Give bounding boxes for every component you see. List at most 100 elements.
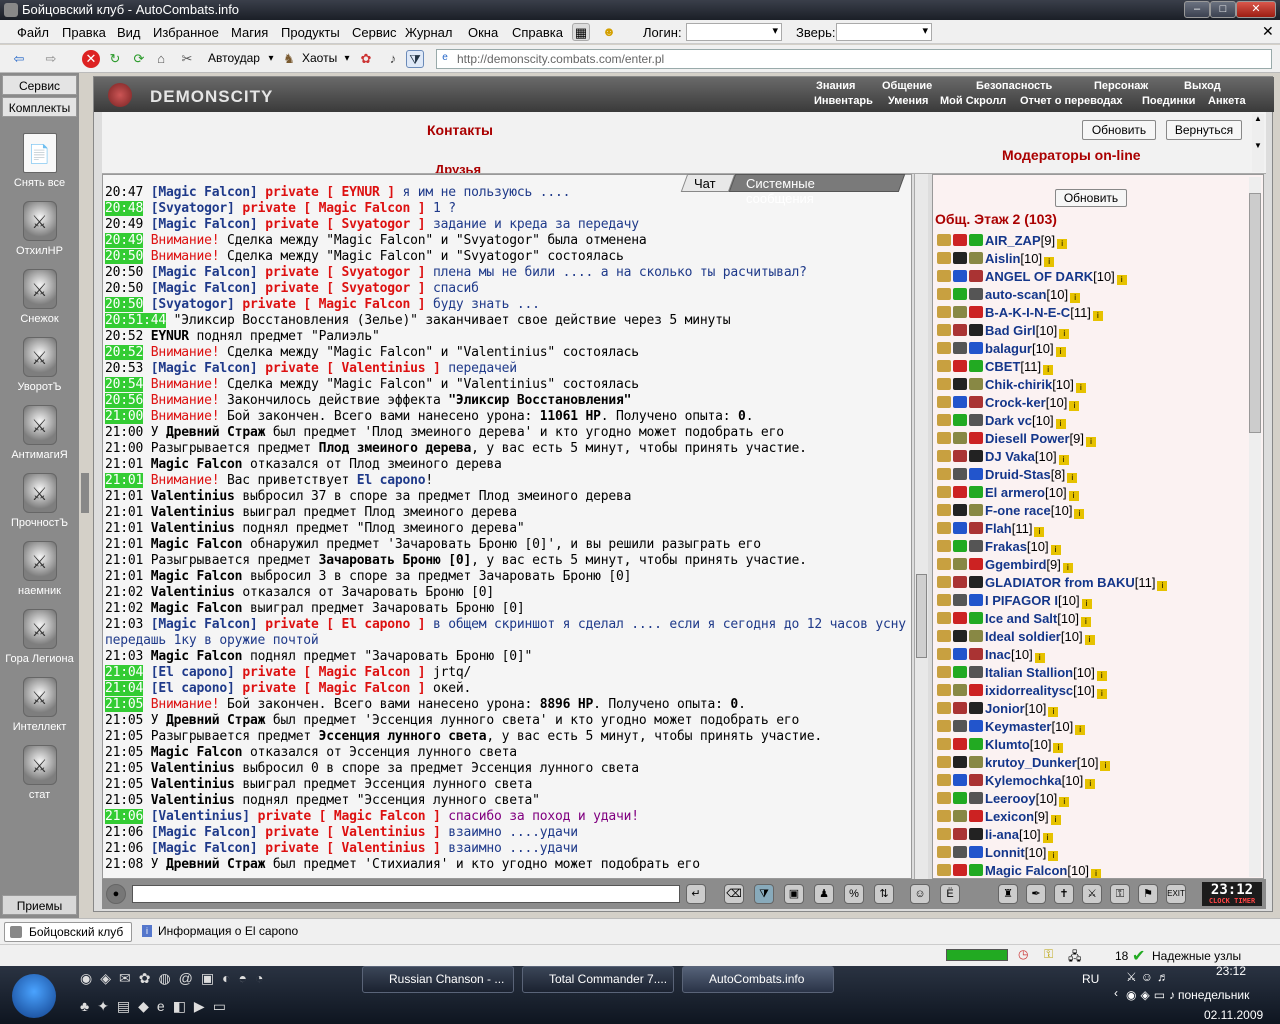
private-arrow-icon[interactable] xyxy=(937,270,951,282)
private-arrow-icon[interactable] xyxy=(937,738,951,750)
private-arrow-icon[interactable] xyxy=(937,234,951,246)
private-tag[interactable]: private [ EYNUR ] xyxy=(258,185,395,200)
translit-icon[interactable]: Ё xyxy=(940,884,960,904)
user-nick[interactable]: ixidorrealitysc xyxy=(985,683,1073,698)
user-nick[interactable]: Lexicon xyxy=(985,809,1034,824)
user-info-icon[interactable]: i xyxy=(1084,635,1095,645)
user-nick[interactable]: Crock-ker xyxy=(985,395,1046,410)
private-tag[interactable]: private [ Magic Falcon ] xyxy=(235,297,425,312)
user-info-icon[interactable]: i xyxy=(1080,617,1091,627)
chat-time[interactable]: 20:52 xyxy=(105,329,143,344)
private-arrow-icon[interactable] xyxy=(937,648,951,660)
online-user[interactable]: DJ Vaka[10] i xyxy=(937,449,1069,465)
private-arrow-icon[interactable] xyxy=(937,540,951,552)
user-info-icon[interactable]: i xyxy=(1048,851,1059,861)
user-info-icon[interactable]: i xyxy=(1034,653,1045,663)
tray-icons-2[interactable]: ◉◈▭♪ xyxy=(1126,988,1179,1002)
nav-security[interactable]: Безопасность xyxy=(976,80,1052,92)
kit-item[interactable]: ⚔ Снежок xyxy=(0,269,79,325)
chat-time[interactable]: 20:52 xyxy=(105,345,143,360)
chat-time[interactable]: 21:00 xyxy=(105,409,143,424)
chat-nick[interactable]: [El capono] xyxy=(151,681,235,696)
nav-anketa[interactable]: Анкета xyxy=(1208,95,1246,107)
user-info-icon[interactable]: i xyxy=(1075,383,1086,393)
chat-nick[interactable]: [Magic Falcon] xyxy=(151,217,258,232)
language-indicator[interactable]: RU xyxy=(1082,972,1099,986)
nav-my-scroll[interactable]: Мой Скролл xyxy=(940,95,1006,107)
online-user[interactable]: Klumto[10] i xyxy=(937,737,1064,753)
chat-time[interactable]: 21:00 xyxy=(105,441,143,456)
chat-nick[interactable]: [Magic Falcon] xyxy=(151,265,258,280)
quick-launch-icons-2[interactable]: ♣✦▤◆e◧▶▭ xyxy=(80,998,260,1018)
filter-chat-icon[interactable]: ⧩ xyxy=(754,884,774,904)
kit-remove-all[interactable]: 📄 Снять все xyxy=(0,133,79,189)
menu-windows[interactable]: Окна xyxy=(468,25,498,40)
chat-time[interactable]: 20:50 xyxy=(105,265,143,280)
chat-time[interactable]: 21:01 xyxy=(105,457,143,472)
chat-time[interactable]: 21:03 xyxy=(105,649,143,664)
user-nick[interactable]: Diesell Power xyxy=(985,431,1070,446)
user-nick[interactable]: Dark vc xyxy=(985,413,1032,428)
nav-character[interactable]: Персонаж xyxy=(1094,80,1148,92)
kit-item[interactable]: ⚔ ОтхилНР xyxy=(0,201,79,257)
online-refresh-button[interactable]: Обновить xyxy=(1055,189,1127,207)
address-bar[interactable]: http://demonscity.combats.com/enter.pl xyxy=(436,49,1272,69)
online-user[interactable]: balagur[10] i xyxy=(937,341,1066,357)
online-user[interactable]: Frakas[10] i xyxy=(937,539,1061,555)
kit-item[interactable]: ⚔ Интеллект xyxy=(0,677,79,733)
menu-view[interactable]: Вид xyxy=(117,25,141,40)
chat-time[interactable]: 21:05 xyxy=(105,729,143,744)
nav-knowledge[interactable]: Знания xyxy=(816,80,855,92)
chat-time[interactable]: 21:06 xyxy=(105,809,143,824)
user-info-icon[interactable]: i xyxy=(1086,437,1097,447)
private-arrow-icon[interactable] xyxy=(937,558,951,570)
task-autocombats[interactable]: AutoCombats.info xyxy=(682,966,834,993)
chat-nick[interactable]: [Valentinius] xyxy=(151,809,250,824)
chat-time[interactable]: 21:05 xyxy=(105,793,143,808)
chat-nick[interactable]: El capono xyxy=(357,473,426,488)
reload-all-icon[interactable]: ⟳ xyxy=(130,50,148,68)
chat-time[interactable]: 21:00 xyxy=(105,425,143,440)
menu-magic[interactable]: Магия xyxy=(231,25,268,40)
user-nick[interactable]: F-one race xyxy=(985,503,1051,518)
menu-help[interactable]: Справка xyxy=(512,25,563,40)
user-nick[interactable]: El armero xyxy=(985,485,1045,500)
inventory-icon[interactable]: ♜ xyxy=(998,884,1018,904)
chat-time[interactable]: 21:05 xyxy=(105,713,143,728)
filter-icon[interactable]: ⧩ xyxy=(406,50,424,68)
private-arrow-icon[interactable] xyxy=(937,324,951,336)
chat-time[interactable]: 21:03 xyxy=(105,617,143,632)
chat-time[interactable]: 21:08 xyxy=(105,857,143,872)
private-arrow-icon[interactable] xyxy=(937,378,951,390)
private-arrow-icon[interactable] xyxy=(937,432,951,444)
flag-icon[interactable]: ⚑ xyxy=(1138,884,1158,904)
kit-item[interactable]: ⚔ наемник xyxy=(0,541,79,597)
user-nick[interactable]: Ice and Salt xyxy=(985,611,1057,626)
private-tag[interactable]: private [ Svyatogor ] xyxy=(258,217,425,232)
user-info-icon[interactable]: i xyxy=(1096,671,1107,681)
back-button[interactable]: Вернуться xyxy=(1166,120,1242,140)
back-icon[interactable]: ⇦ xyxy=(10,50,28,68)
user-info-icon[interactable]: i xyxy=(1044,257,1055,267)
user-nick[interactable]: Magic Falcon xyxy=(985,863,1067,878)
user-info-icon[interactable]: i xyxy=(1068,491,1079,501)
private-tag[interactable]: private [ Magic Falcon ] xyxy=(235,665,425,680)
user-info-icon[interactable]: i xyxy=(1043,365,1054,375)
contacts-refresh-button[interactable]: Обновить xyxy=(1082,120,1156,140)
trusted-nodes-label[interactable]: Надежные узлы xyxy=(1152,949,1241,963)
tray-time[interactable]: 23:12 xyxy=(1216,964,1246,978)
tab-priemy[interactable]: Приемы xyxy=(2,895,77,915)
online-user[interactable]: Chik-chirik[10] i xyxy=(937,377,1086,393)
user-info-icon[interactable]: i xyxy=(1075,725,1086,735)
user-info-icon[interactable]: i xyxy=(1081,599,1092,609)
login-combo[interactable] xyxy=(686,23,782,41)
private-arrow-icon[interactable] xyxy=(937,522,951,534)
user-info-icon[interactable]: i xyxy=(1100,761,1111,771)
online-user[interactable]: Lonnit[10] i xyxy=(937,845,1059,861)
tray-icons[interactable]: ⚔☺♬ xyxy=(1126,970,1173,984)
user-info-icon[interactable]: i xyxy=(1053,743,1064,753)
chat-time[interactable]: 21:04 xyxy=(105,665,143,680)
online-user[interactable]: Jonior[10] i xyxy=(937,701,1059,717)
user-info-icon[interactable]: i xyxy=(1157,581,1168,591)
tab-service[interactable]: Сервис xyxy=(2,75,77,95)
